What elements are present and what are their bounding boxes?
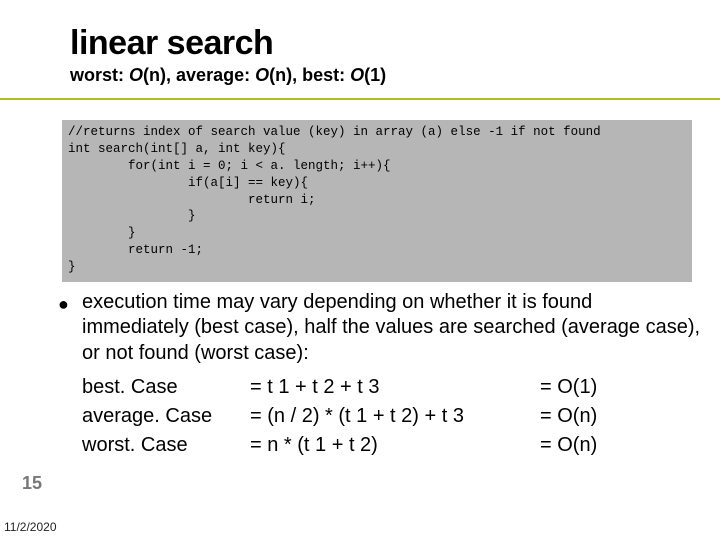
worst-label: worst: xyxy=(70,65,129,85)
worst-o: O xyxy=(129,65,143,85)
case-row: worst. Case = n * (t 1 + t 2) = O(n) xyxy=(82,431,702,460)
case-bigo: = O(n) xyxy=(540,431,702,460)
cases-table: best. Case = t 1 + t 2 + t 3 = O(1) aver… xyxy=(82,373,702,460)
slide-title: linear search xyxy=(70,24,720,63)
avg-label: average: xyxy=(176,65,255,85)
case-row: average. Case = (n / 2) * (t 1 + t 2) + … xyxy=(82,402,702,431)
slide-date: 11/2/2020 xyxy=(4,520,57,534)
case-row: best. Case = t 1 + t 2 + t 3 = O(1) xyxy=(82,373,702,402)
title-block: linear search worst: O(n), average: O(n)… xyxy=(0,0,720,92)
divider-rule xyxy=(0,98,720,100)
code-block: //returns index of search value (key) in… xyxy=(62,120,692,282)
slide: linear search worst: O(n), average: O(n)… xyxy=(0,0,720,540)
case-bigo: = O(1) xyxy=(540,373,702,402)
body-content: execution time may vary depending on whe… xyxy=(82,290,702,460)
avg-arg: (n), xyxy=(269,65,302,85)
best-arg: (1) xyxy=(364,65,386,85)
body-row: ● execution time may vary depending on w… xyxy=(0,282,720,460)
case-label: average. Case xyxy=(82,402,250,431)
body-paragraph: execution time may vary depending on whe… xyxy=(82,290,702,367)
case-expr: = t 1 + t 2 + t 3 xyxy=(250,373,540,402)
slide-subtitle: worst: O(n), average: O(n), best: O(1) xyxy=(70,65,720,86)
bullet-icon: ● xyxy=(58,290,82,460)
case-expr: = (n / 2) * (t 1 + t 2) + t 3 xyxy=(250,402,540,431)
case-label: worst. Case xyxy=(82,431,250,460)
case-bigo: = O(n) xyxy=(540,402,702,431)
page-number: 15 xyxy=(22,473,42,494)
case-expr: = n * (t 1 + t 2) xyxy=(250,431,540,460)
case-label: best. Case xyxy=(82,373,250,402)
worst-arg: (n), xyxy=(143,65,176,85)
avg-o: O xyxy=(255,65,269,85)
best-label: best: xyxy=(302,65,350,85)
best-o: O xyxy=(350,65,364,85)
